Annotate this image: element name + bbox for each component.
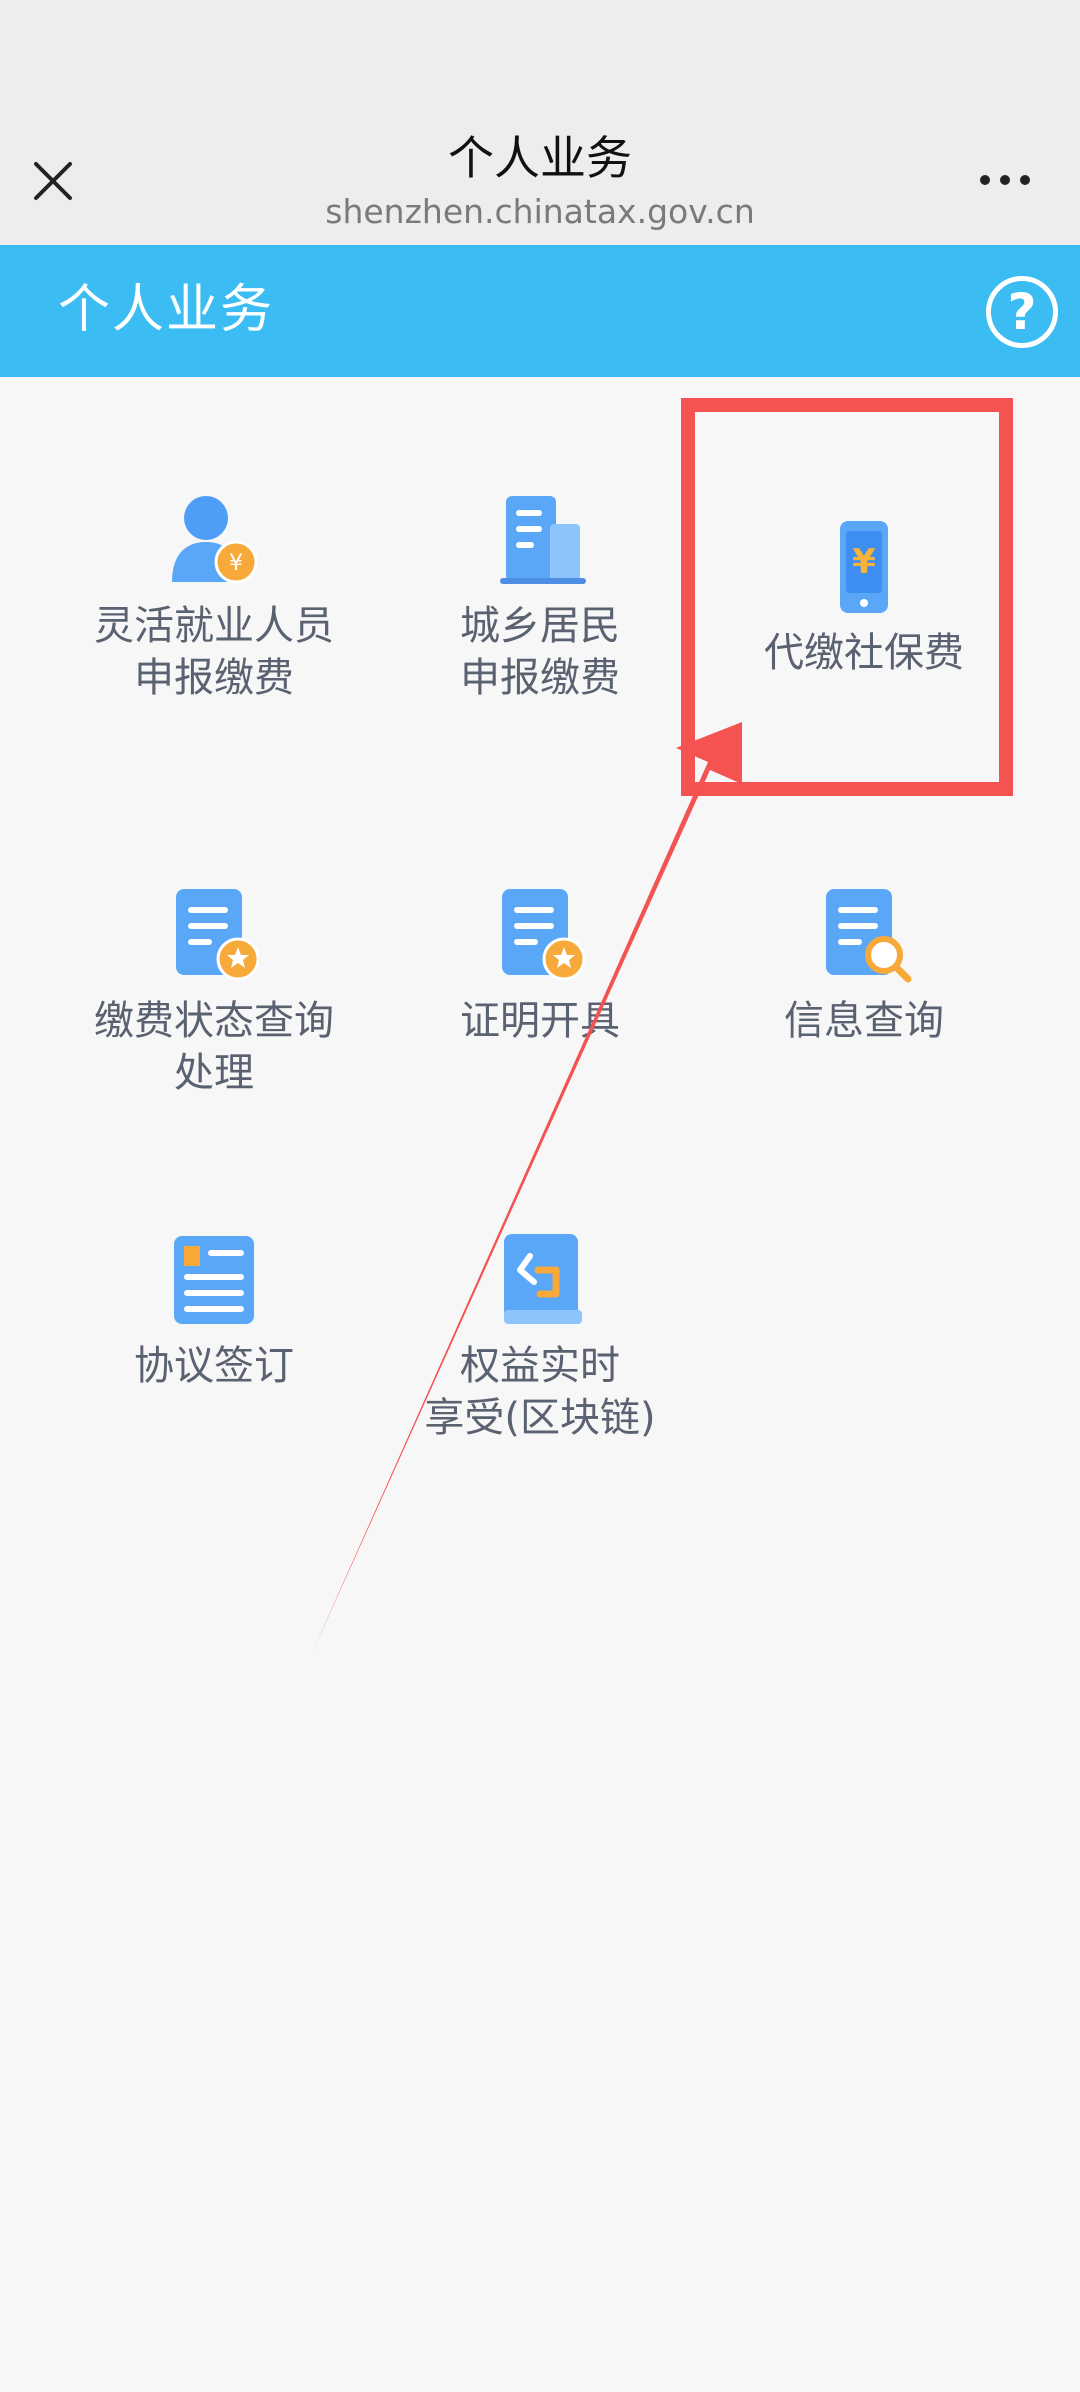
person-yuan-icon: ¥	[172, 496, 258, 584]
section-title: 个人业务	[58, 280, 275, 340]
agreement-icon	[174, 1236, 254, 1324]
svg-text:¥: ¥	[229, 551, 243, 576]
document-star-icon	[502, 889, 586, 981]
tile-agreement-signing[interactable]: 协议签订	[52, 1230, 376, 1392]
browser-top-bar: 个人业务 shenzhen.chinatax.gov.cn	[0, 0, 1080, 245]
tile-label: 代缴社保费	[764, 630, 964, 676]
help-icon[interactable]: ?	[986, 276, 1058, 348]
tile-information-query[interactable]: 信息查询	[702, 885, 1026, 1047]
tile-label: 灵活就业人员 申报缴费	[94, 603, 334, 701]
tile-flexible-employment[interactable]: ¥ 灵活就业人员 申报缴费	[52, 490, 376, 704]
phone-yuan-icon: ¥	[840, 521, 888, 613]
tile-label: 协议签订	[134, 1343, 294, 1389]
tile-rights-blockchain[interactable]: 权益实时 享受(区块链)	[378, 1230, 702, 1444]
tile-payment-status-query[interactable]: 缴费状态查询 处理	[52, 885, 376, 1099]
more-dots-icon	[980, 175, 1030, 185]
document-star-icon	[176, 889, 260, 981]
page-url: shenzhen.chinatax.gov.cn	[325, 192, 755, 231]
tile-label: 城乡居民 申报缴费	[460, 603, 620, 701]
tile-label: 权益实时 享受(区块链)	[424, 1343, 656, 1441]
tile-urban-rural-residents[interactable]: 城乡居民 申报缴费	[378, 490, 702, 704]
tile-label: 信息查询	[784, 998, 944, 1044]
svg-text:¥: ¥	[852, 542, 876, 582]
tile-label: 证明开具	[460, 998, 620, 1044]
tile-social-insurance-proxy[interactable]: ¥ 代缴社保费	[702, 517, 1026, 679]
more-button[interactable]	[975, 160, 1035, 200]
page-title: 个人业务	[448, 131, 632, 185]
service-grid: ¥ 灵活就业人员 申报缴费 城乡居民 申报缴费 ¥ 代缴社保费 缴费状态查询 处…	[0, 377, 1080, 1677]
tile-label: 缴费状态查询 处理	[94, 998, 334, 1096]
book-chain-icon	[504, 1234, 582, 1324]
building-icon	[500, 496, 586, 584]
section-header: 个人业务 ?	[0, 245, 1080, 377]
tile-certificate-issuance[interactable]: 证明开具	[378, 885, 702, 1047]
document-search-icon	[826, 889, 912, 983]
